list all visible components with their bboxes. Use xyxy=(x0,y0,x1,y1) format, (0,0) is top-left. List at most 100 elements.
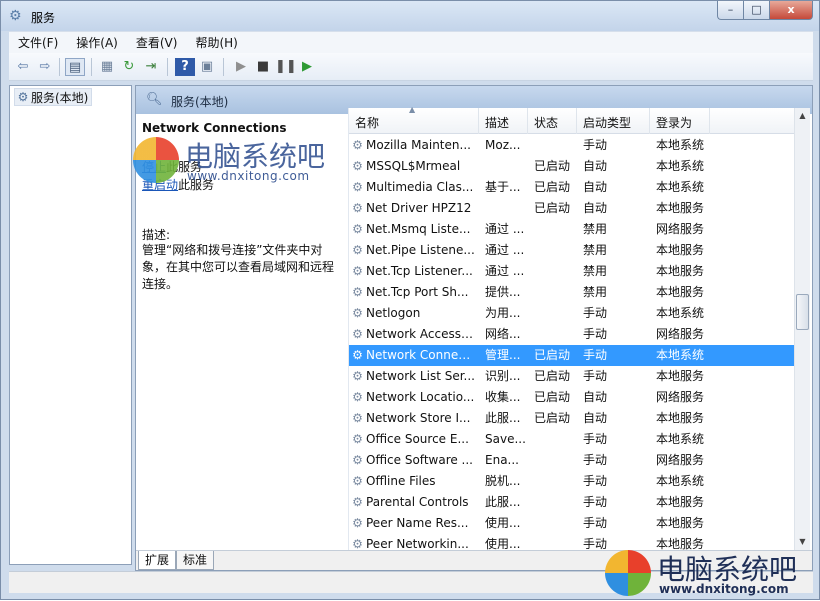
cell-name: ⚙ Mozilla Mainten... xyxy=(349,135,479,156)
service-status: 已启动 xyxy=(534,159,571,173)
service-status xyxy=(528,219,577,240)
scroll-up-icon[interactable]: ▲ xyxy=(795,108,810,124)
service-gear-icon: ⚙ xyxy=(352,264,363,278)
service-status xyxy=(528,471,577,492)
service-status: 已启动 xyxy=(534,201,571,215)
table-row[interactable]: ⚙ Mozilla Mainten... Moz... 手动 本地系统 xyxy=(349,135,797,156)
refresh-icon[interactable]: ↻ xyxy=(119,58,139,76)
services-list: ▲ 名称 描述 状态 启动类型 登录为 ⚙ Mozilla Mainten... M… xyxy=(348,105,810,550)
service-status: 已启动 xyxy=(534,180,571,194)
service-gear-icon: ⚙ xyxy=(352,222,363,236)
service-startup-type: 手动 xyxy=(583,495,608,509)
cell-name: ⚙ Peer Networkin... xyxy=(349,534,479,550)
cell-name: ⚙ Net.Tcp Port Sh... xyxy=(349,282,479,303)
properties-sheet-icon[interactable]: ▦ xyxy=(97,58,117,76)
service-log-on-as: 本地系统 xyxy=(656,474,705,488)
table-row[interactable]: ⚙ Parental Controls 此服... 手动 本地服务 xyxy=(349,492,797,513)
cell-name: ⚙ MSSQL$Mrmeal xyxy=(349,156,479,177)
table-row[interactable]: ⚙ Office Software ... Ena... 手动 网络服务 xyxy=(349,450,797,471)
service-name: Network Store I... xyxy=(366,411,471,425)
column-header-status[interactable]: 状态 xyxy=(528,108,577,134)
column-header-log-on-as[interactable]: 登录为 xyxy=(650,108,710,134)
show-hide-pane-icon[interactable]: ▣ xyxy=(197,58,217,76)
service-gear-icon: ⚙ xyxy=(352,453,363,467)
table-row[interactable]: ⚙ Net.Pipe Listene... 通过 ... 禁用 本地服务 xyxy=(349,240,797,261)
service-log-on-as: 本地服务 xyxy=(656,243,705,257)
service-gear-icon: ⚙ xyxy=(352,348,363,362)
service-gear-icon: ⚙ xyxy=(352,285,363,299)
table-row[interactable]: ⚙ Network List Ser... 识别... 已启动 手动 本地服务 xyxy=(349,366,797,387)
menu-view[interactable]: 查看(V) xyxy=(127,32,187,53)
tab-standard[interactable]: 标准 xyxy=(176,551,215,570)
service-name: Peer Name Res... xyxy=(366,516,469,530)
window-title: 服务 xyxy=(31,11,56,25)
column-header-name[interactable]: ▲ 名称 xyxy=(349,105,479,134)
forward-arrow-icon[interactable]: ⇨ xyxy=(35,58,55,76)
table-row[interactable]: ⚙ Multimedia Clas... 基于... 已启动 自动 本地系统 xyxy=(349,177,797,198)
service-description: 此服... xyxy=(485,411,521,425)
maximize-button[interactable]: □ xyxy=(743,1,769,20)
stop-service-icon[interactable]: ■ xyxy=(253,58,273,76)
close-button[interactable]: x xyxy=(769,1,813,20)
cell-name: ⚙ Network Locatio... xyxy=(349,387,479,408)
service-log-on-as: 本地系统 xyxy=(656,180,705,194)
table-row[interactable]: ⚙ Network Access ... 网络... 手动 网络服务 xyxy=(349,324,797,345)
start-service-icon[interactable]: ▶ xyxy=(231,58,251,76)
tree-item-services-local[interactable]: ⚙ 服务(本地) xyxy=(14,88,93,106)
service-name: Offline Files xyxy=(366,474,436,488)
service-status xyxy=(528,324,577,345)
pause-service-icon[interactable]: ❚❚ xyxy=(275,58,297,76)
service-name: Mozilla Mainten... xyxy=(366,138,471,152)
column-header-startup-type[interactable]: 启动类型 xyxy=(577,108,650,134)
table-row[interactable]: ⚙ Netlogon 为用... 手动 本地系统 xyxy=(349,303,797,324)
menu-help[interactable]: 帮助(H) xyxy=(186,32,246,53)
tab-extended[interactable]: 扩展 xyxy=(138,551,177,570)
tree-item-label: 服务(本地) xyxy=(31,90,89,105)
table-row[interactable]: ⚙ Net.Tcp Port Sh... 提供... 禁用 本地服务 xyxy=(349,282,797,303)
table-row[interactable]: ⚙ Net Driver HPZ12 已启动 自动 本地服务 xyxy=(349,198,797,219)
title-bar: ⚙ 服务 – □ x xyxy=(1,1,819,31)
service-log-on-as: 网络服务 xyxy=(656,453,705,467)
service-gear-icon: ⚙ xyxy=(352,243,363,257)
description-text: 管理“网络和拨号连接”文件夹中对象，在其中您可以查看局域网和远程连接。 xyxy=(142,243,335,291)
service-startup-type: 禁用 xyxy=(583,264,608,278)
service-description: 通过 ... xyxy=(485,264,525,278)
back-arrow-icon[interactable]: ⇦ xyxy=(13,58,33,76)
vertical-scrollbar[interactable]: ▲ ▼ xyxy=(794,108,810,550)
service-startup-type: 手动 xyxy=(583,369,608,383)
export-list-icon[interactable]: ⇥ xyxy=(141,58,161,76)
service-startup-type: 禁用 xyxy=(583,285,608,299)
help-icon[interactable]: ? xyxy=(175,58,195,76)
table-row[interactable]: ⚙ Office Source E... Save... 手动 本地系统 xyxy=(349,429,797,450)
cell-name: ⚙ Network Store I... xyxy=(349,408,479,429)
scroll-thumb[interactable] xyxy=(796,294,809,330)
service-status: 已启动 xyxy=(534,348,571,362)
table-row[interactable]: ⚙ Net.Msmq Liste... 通过 ... 禁用 网络服务 xyxy=(349,219,797,240)
services-window: ⚙ 服务 – □ x 文件(F) 操作(A) 查看(V) 帮助(H) ⇦ ⇨ ▤… xyxy=(0,0,820,600)
console-tree-icon[interactable]: ▤ xyxy=(65,58,85,76)
service-startup-type: 自动 xyxy=(583,411,608,425)
column-header-description[interactable]: 描述 xyxy=(479,108,528,134)
cell-name: ⚙ Network Access ... xyxy=(349,324,479,345)
service-gear-icon: ⚙ xyxy=(352,390,363,404)
minimize-button[interactable]: – xyxy=(717,1,743,20)
service-startup-type: 手动 xyxy=(583,138,608,152)
service-status: 已启动 xyxy=(534,369,571,383)
table-row[interactable]: ⚙ Offline Files 脱机... 手动 本地系统 xyxy=(349,471,797,492)
table-row[interactable]: ⚙ Net.Tcp Listener... 通过 ... 禁用 本地服务 xyxy=(349,261,797,282)
service-name: Network Locatio... xyxy=(366,390,475,404)
menu-bar: 文件(F) 操作(A) 查看(V) 帮助(H) xyxy=(9,31,813,53)
service-startup-type: 手动 xyxy=(583,432,608,446)
table-row[interactable]: ⚙ Peer Name Res... 使用... 手动 本地服务 xyxy=(349,513,797,534)
service-startup-type: 手动 xyxy=(583,453,608,467)
table-row[interactable]: ⚙ Network Locatio... 收集... 已启动 自动 网络服务 xyxy=(349,387,797,408)
menu-action[interactable]: 操作(A) xyxy=(67,32,127,53)
table-row[interactable]: ⚙ Network Connec... 管理... 已启动 手动 本地系统 xyxy=(349,345,797,366)
menu-file[interactable]: 文件(F) xyxy=(9,32,67,53)
table-row[interactable]: ⚙ Network Store I... 此服... 已启动 自动 本地服务 xyxy=(349,408,797,429)
services-gear-icon: ⚙ xyxy=(17,90,29,104)
service-name: MSSQL$Mrmeal xyxy=(366,159,461,173)
table-row[interactable]: ⚙ MSSQL$Mrmeal 已启动 自动 本地系统 xyxy=(349,156,797,177)
restart-service-icon[interactable]: ▶ xyxy=(297,58,317,76)
service-description: 基于... xyxy=(485,180,521,194)
